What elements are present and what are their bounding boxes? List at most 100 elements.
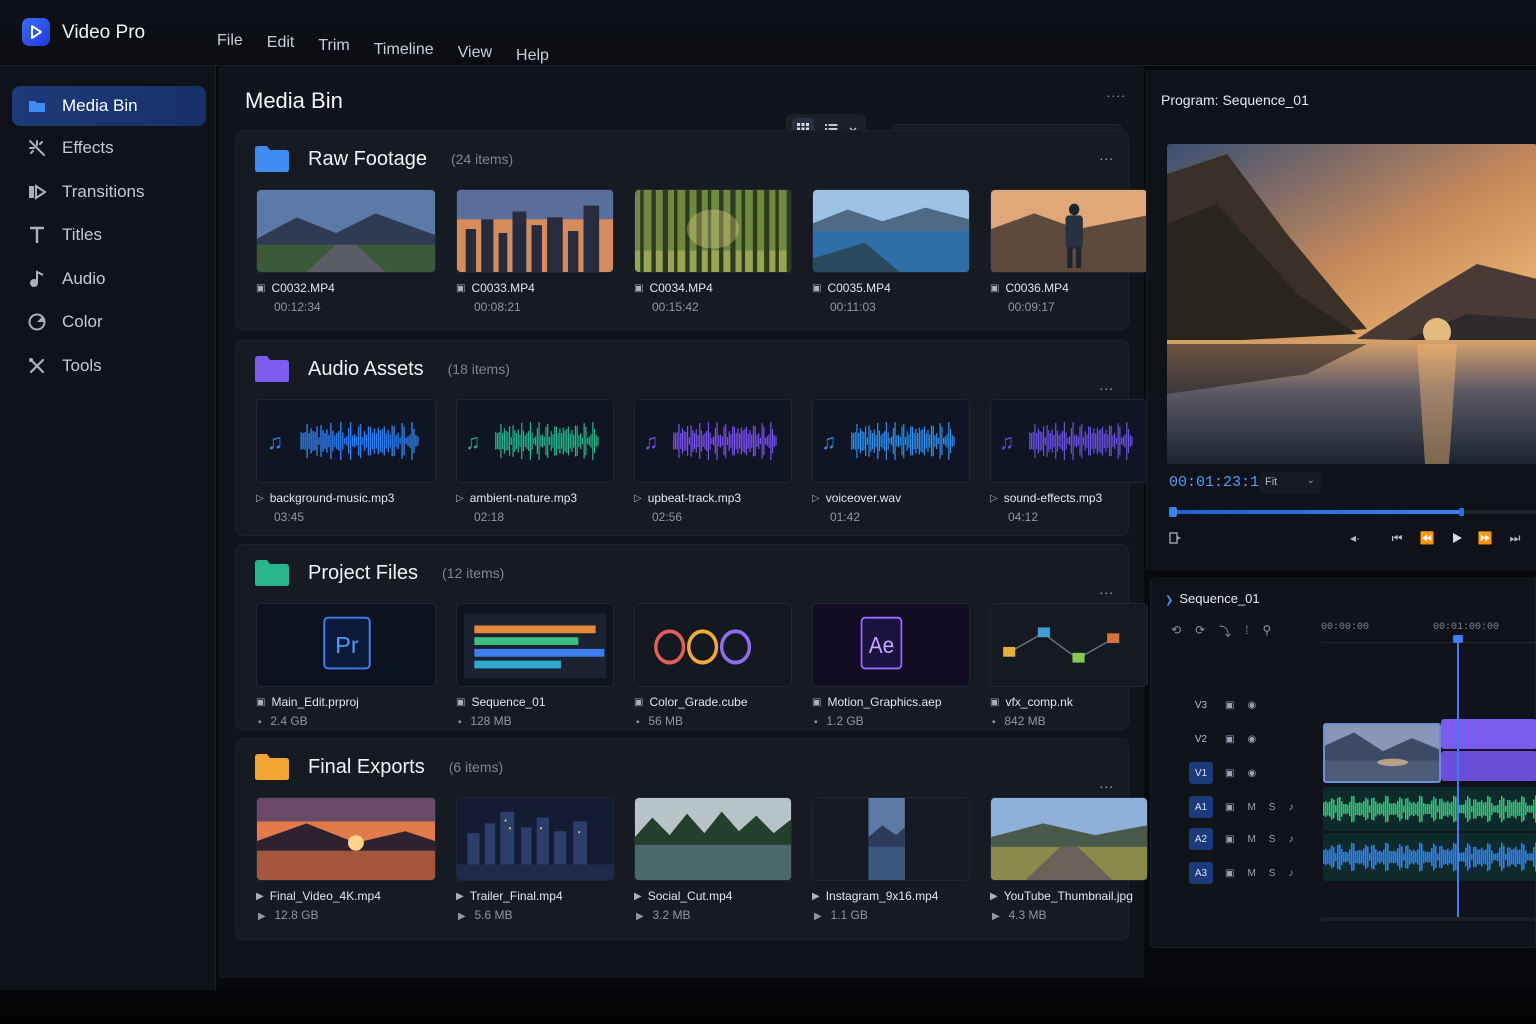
track-header-v2[interactable]: V2 ▣ ◉ bbox=[1165, 725, 1317, 753]
eye-icon[interactable]: ◉ bbox=[1247, 700, 1256, 711]
media-card[interactable]: ▶ Social_Cut.mp4 ▶ 3.2 MB bbox=[634, 797, 792, 922]
track-header-a1[interactable]: A1 ▣ M S ♪ bbox=[1165, 793, 1317, 821]
media-thumbnail[interactable]: ♫ bbox=[256, 399, 436, 483]
media-thumbnail[interactable] bbox=[990, 797, 1148, 881]
menu-help[interactable]: Help bbox=[504, 47, 561, 65]
mic-icon[interactable]: ♪ bbox=[1288, 834, 1293, 845]
track-name[interactable]: V3 bbox=[1189, 694, 1213, 716]
track-name[interactable]: V1 bbox=[1189, 762, 1213, 784]
program-video-preview[interactable] bbox=[1167, 144, 1536, 464]
solo-button[interactable]: S bbox=[1269, 868, 1276, 879]
solo-button[interactable]: S bbox=[1269, 802, 1276, 813]
track-name[interactable]: A1 bbox=[1189, 796, 1213, 818]
sidebar-item-effects[interactable]: Effects bbox=[12, 128, 206, 168]
audio-clip-a1[interactable] bbox=[1323, 787, 1536, 831]
track-header-a2[interactable]: A2 ▣ M S ♪ bbox=[1165, 825, 1317, 853]
razor-icon[interactable]: ⁞ bbox=[1245, 623, 1248, 640]
media-card[interactable]: Ae ▣ Motion_Graphics.aep ▪ 1.2 GB bbox=[812, 603, 970, 728]
media-card[interactable]: ▶ Trailer_Final.mp4 ▶ 5.6 MB bbox=[456, 797, 614, 922]
media-thumbnail[interactable]: ♫ bbox=[634, 399, 792, 483]
media-card[interactable]: ▣ C0033.MP4 00:08:21 bbox=[456, 189, 614, 314]
eye-icon[interactable]: ◉ bbox=[1247, 768, 1256, 779]
section-header[interactable]: Raw Footage (24 items) bbox=[254, 141, 513, 177]
media-thumbnail[interactable] bbox=[256, 189, 436, 273]
lock-icon[interactable]: ▣ bbox=[1225, 700, 1234, 711]
media-thumbnail[interactable]: ♫ bbox=[812, 399, 970, 483]
media-card[interactable]: ▣ C0036.MP4 00:09:17 bbox=[990, 189, 1148, 314]
solo-button[interactable]: S bbox=[1269, 834, 1276, 845]
video-clip-thumbnail[interactable] bbox=[1323, 723, 1441, 783]
track-name[interactable]: V2 bbox=[1189, 728, 1213, 750]
section-header[interactable]: Final Exports (6 items) bbox=[254, 749, 503, 785]
media-card[interactable]: ▶ YouTube_Thumbnail.jpg ▶ 4.3 MB bbox=[990, 797, 1148, 922]
zoom-select[interactable]: Fit ⌄ bbox=[1259, 472, 1321, 494]
media-card[interactable]: ▣ C0034.MP4 00:15:42 bbox=[634, 189, 792, 314]
play-icon[interactable] bbox=[1447, 528, 1467, 548]
track-name[interactable]: A3 bbox=[1189, 862, 1213, 884]
step-forward-icon[interactable]: ⏭ bbox=[1505, 528, 1525, 548]
program-scrubber[interactable] bbox=[1169, 507, 1536, 517]
mute-button[interactable]: M bbox=[1247, 834, 1255, 845]
timeline-playhead[interactable] bbox=[1457, 639, 1459, 919]
sidebar-item-titles[interactable]: Titles bbox=[12, 215, 206, 255]
lock-icon[interactable]: ▣ bbox=[1225, 734, 1234, 745]
mic-icon[interactable]: ♪ bbox=[1288, 802, 1293, 813]
track-header-v3[interactable]: V3 ▣ ◉ bbox=[1165, 691, 1317, 719]
menu-file[interactable]: File bbox=[205, 32, 255, 50]
media-card[interactable]: ▣ vfx_comp.nk ▪ 842 MB bbox=[990, 603, 1148, 728]
media-thumbnail[interactable] bbox=[634, 189, 792, 273]
media-card[interactable]: ♫ ▷ sound-effects.mp3 04:12 bbox=[990, 399, 1148, 524]
media-thumbnail[interactable] bbox=[456, 189, 614, 273]
mute-button[interactable]: M bbox=[1247, 868, 1255, 879]
media-card[interactable]: ▣ Color_Grade.cube ▪ 56 MB bbox=[634, 603, 792, 728]
video-clip-v2[interactable] bbox=[1441, 719, 1536, 749]
sidebar-item-color[interactable]: Color bbox=[12, 302, 206, 342]
sidebar-item-tools[interactable]: Tools bbox=[12, 346, 206, 386]
media-thumbnail[interactable]: ♫ bbox=[456, 399, 614, 483]
section-more-button[interactable]: ... bbox=[1099, 377, 1114, 393]
playhead-handle[interactable] bbox=[1459, 508, 1464, 516]
fast-forward-icon[interactable]: ⏩ bbox=[1475, 528, 1495, 548]
audio-clip-a2[interactable] bbox=[1323, 833, 1536, 881]
mute-button[interactable]: M bbox=[1247, 802, 1255, 813]
menu-trim[interactable]: Trim bbox=[306, 37, 361, 55]
media-thumbnail[interactable] bbox=[812, 797, 970, 881]
media-card[interactable]: ▣ C0032.MP4 00:12:34 bbox=[256, 189, 436, 314]
menu-timeline[interactable]: Timeline bbox=[362, 41, 446, 59]
sidebar-item-audio[interactable]: Audio bbox=[12, 259, 206, 299]
mic-icon[interactable]: ♪ bbox=[1288, 868, 1293, 879]
video-clip-v1[interactable] bbox=[1441, 751, 1536, 781]
media-thumbnail[interactable] bbox=[634, 797, 792, 881]
link-icon[interactable]: ⟳ bbox=[1195, 623, 1205, 640]
sidebar-item-transitions[interactable]: Transitions bbox=[12, 172, 206, 212]
media-thumbnail[interactable] bbox=[990, 603, 1148, 687]
media-card[interactable]: ▶ Instagram_9x16.mp4 ▶ 1.1 GB bbox=[812, 797, 970, 922]
step-back-icon[interactable]: ⏮ bbox=[1387, 528, 1407, 548]
media-thumbnail[interactable]: ♫ bbox=[990, 399, 1148, 483]
panel-menu-button[interactable]: .... bbox=[1106, 84, 1126, 100]
rewind-icon[interactable]: ⏪ bbox=[1417, 528, 1437, 548]
track-header-a3[interactable]: A3 ▣ M S ♪ bbox=[1165, 859, 1317, 887]
menu-view[interactable]: View bbox=[446, 44, 504, 62]
media-thumbnail[interactable] bbox=[812, 189, 970, 273]
lock-icon[interactable]: ▣ bbox=[1225, 834, 1234, 845]
media-card[interactable]: ▣ Sequence_01 ▪ 128 MB bbox=[456, 603, 614, 728]
marker-icon[interactable]: ⤵ bbox=[1219, 623, 1231, 640]
section-more-button[interactable]: ... bbox=[1099, 581, 1114, 597]
mark-in-icon[interactable]: ◂· bbox=[1345, 528, 1365, 548]
media-thumbnail[interactable] bbox=[456, 603, 614, 687]
export-frame-icon[interactable] bbox=[1165, 528, 1185, 548]
lock-icon[interactable]: ▣ bbox=[1225, 802, 1234, 813]
section-more-button[interactable]: ... bbox=[1099, 147, 1114, 163]
track-header-v1[interactable]: V1 ▣ ◉ bbox=[1165, 759, 1317, 787]
media-thumbnail[interactable]: Pr bbox=[256, 603, 436, 687]
media-card[interactable]: ♫ ▷ background-music.mp3 03:45 bbox=[256, 399, 436, 524]
sidebar-item-media-bin[interactable]: Media Bin bbox=[12, 86, 206, 126]
eye-icon[interactable]: ◉ bbox=[1247, 734, 1256, 745]
media-thumbnail[interactable] bbox=[256, 797, 436, 881]
media-card[interactable]: ♫ ▷ voiceover.wav 01:42 bbox=[812, 399, 970, 524]
media-card[interactable]: ▶ Final_Video_4K.mp4 ▶ 12.8 GB bbox=[256, 797, 436, 922]
media-thumbnail[interactable] bbox=[990, 189, 1148, 273]
section-more-button[interactable]: ... bbox=[1099, 775, 1114, 791]
lock-icon[interactable]: ▣ bbox=[1225, 868, 1234, 879]
